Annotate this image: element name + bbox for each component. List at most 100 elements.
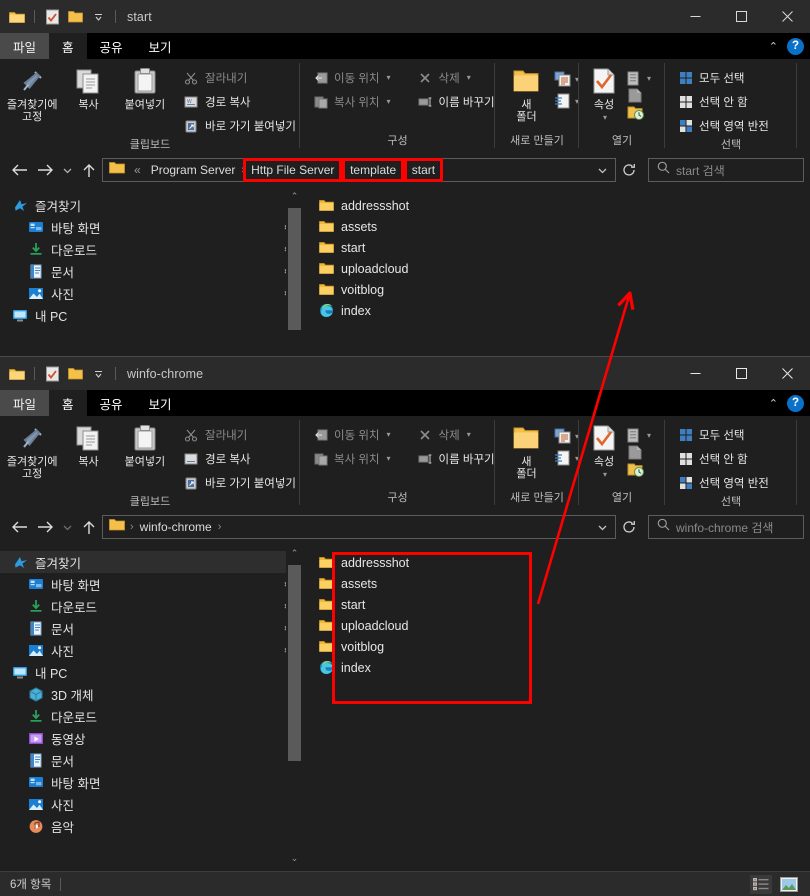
file-list-item[interactable]: uploadcloud [303,615,810,636]
pin-to-quick-access-button[interactable]: 즐겨찾기에 고정 [6,422,58,480]
paste-button[interactable]: 붙여넣기 [119,65,171,111]
new-folder-quick-icon[interactable] [65,7,85,27]
chevron-down-icon[interactable]: ▾ [603,470,607,479]
history-button[interactable] [627,462,651,477]
breadcrumb-item-program-server[interactable]: Program Server [146,162,241,178]
open-button[interactable]: ▾ [627,71,651,86]
nav-item-documents[interactable]: 문서 [0,617,303,639]
new-folder-button[interactable]: 새 폴더 [499,65,554,123]
nav-item-download[interactable]: 다운로드 [0,595,303,617]
easy-access-button[interactable]: ▾ [554,93,579,109]
select-all-button[interactable]: 모두 선택 [673,424,773,445]
select-all-button[interactable]: 모두 선택 [673,67,773,88]
tab-home[interactable]: 홈 [49,33,87,59]
nav-item-star[interactable]: 즐겨찾기 [0,551,303,573]
nav-item-download[interactable]: 다운로드 [0,238,303,260]
forward-button[interactable] [32,513,58,541]
nav-item-desktop[interactable]: 바탕 화면 [0,216,303,238]
nav-item-thispc[interactable]: 내 PC [0,304,303,326]
help-button[interactable]: ? [787,394,804,412]
maximize-button[interactable] [718,0,764,33]
file-list-item[interactable]: assets [303,573,810,594]
chevron-down-icon[interactable]: ▾ [603,113,607,122]
close-button[interactable] [764,357,810,390]
recent-locations-button[interactable] [58,156,76,184]
chevron-down-icon[interactable]: ▾ [647,431,651,440]
tab-file[interactable]: 파일 [0,390,50,416]
chevron-down-icon[interactable]: ▾ [647,74,651,83]
tab-share[interactable]: 공유 [87,390,136,416]
properties-quick-icon[interactable] [42,364,62,384]
new-folder-button[interactable]: 새 폴더 [499,422,554,480]
nav-item-documents[interactable]: 문서 [0,749,303,771]
close-button[interactable] [764,0,810,33]
recent-locations-button[interactable] [58,513,76,541]
nav-item-star[interactable]: 즐겨찾기 [0,194,303,216]
copy-path-button[interactable]: 경로 복사 [179,448,300,469]
minimize-button[interactable] [672,357,718,390]
scroll-down-icon[interactable]: ⌄ [286,850,303,867]
paste-button[interactable]: 붙여넣기 [119,422,171,468]
nav-scrollbar-start[interactable]: ⌃ [286,188,303,354]
tab-view[interactable]: 보기 [136,390,185,416]
back-button[interactable] [6,156,32,184]
nav-item-thispc[interactable]: 내 PC [0,661,303,683]
folder-icon[interactable] [7,364,27,384]
maximize-button[interactable] [718,357,764,390]
refresh-button[interactable] [616,515,642,539]
invert-selection-button[interactable]: 선택 영역 반전 [673,115,773,136]
chevron-down-icon[interactable]: ▾ [387,97,391,106]
up-button[interactable] [76,513,102,541]
collapse-ribbon-icon[interactable]: ⌃ [769,40,778,53]
move-to-button[interactable]: 이동 위치 ▾ [308,424,395,445]
breadcrumb-start[interactable]: « Program Server › Http File Server › te… [102,158,616,182]
breadcrumb-item-winfo-chrome[interactable]: winfo-chrome [135,519,217,535]
address-dropdown-button[interactable] [593,156,611,184]
search-box-winfo[interactable]: winfo-chrome 검색 [648,515,804,539]
nav-item-desktop[interactable]: 바탕 화면 [0,771,303,793]
nav-item-3dobjects[interactable]: 3D 개체 [0,683,303,705]
easy-access-button[interactable]: ▾ [554,450,579,466]
file-list-item[interactable]: index [303,300,810,321]
history-button[interactable] [627,105,651,120]
file-list-item[interactable]: uploadcloud [303,258,810,279]
new-item-button[interactable]: ▾ [554,71,579,87]
minimize-button[interactable] [672,0,718,33]
nav-item-music[interactable]: 음악 [0,815,303,837]
copy-button[interactable]: 복사 [62,422,114,468]
properties-quick-icon[interactable] [42,7,62,27]
rename-button[interactable]: 이름 바꾸기 [413,448,499,469]
up-button[interactable] [76,156,102,184]
details-view-button[interactable] [750,874,772,894]
large-icons-view-button[interactable] [778,875,800,894]
nav-item-download[interactable]: 다운로드 [0,705,303,727]
edit-button[interactable] [627,88,651,103]
delete-button[interactable]: 삭제 ▾ [413,424,499,445]
chevron-down-icon[interactable]: ▾ [387,454,391,463]
file-list-item[interactable]: voitblog [303,279,810,300]
breadcrumb-item-start[interactable]: start [407,162,440,178]
cut-button[interactable]: 잘라내기 [179,67,300,88]
breadcrumb-item-http-file-server[interactable]: Http File Server [246,162,339,178]
chevron-down-icon[interactable]: ▾ [387,430,391,439]
edit-button[interactable] [627,445,651,460]
tab-home[interactable]: 홈 [49,390,87,416]
select-none-button[interactable]: 선택 안 함 [673,91,773,112]
tab-view[interactable]: 보기 [136,33,185,59]
nav-item-pictures[interactable]: 사진 [0,793,303,815]
copy-button[interactable]: 복사 [62,65,114,111]
properties-button[interactable]: 속성 ▾ [581,422,627,479]
chevron-down-icon[interactable] [88,7,108,27]
chevron-down-icon[interactable]: ▾ [467,430,471,439]
copy-to-button[interactable]: 복사 위치 ▾ [308,448,395,469]
refresh-button[interactable] [616,158,642,182]
file-list-item[interactable]: index [303,657,810,678]
scrollbar-thumb[interactable] [288,208,301,330]
forward-button[interactable] [32,156,58,184]
chevron-down-icon[interactable]: ▾ [467,73,471,82]
rename-button[interactable]: 이름 바꾸기 [413,91,499,112]
nav-item-pictures[interactable]: 사진 [0,639,303,661]
breadcrumb-overflow[interactable]: « [129,162,146,178]
folder-icon[interactable] [7,7,27,27]
new-folder-quick-icon[interactable] [65,364,85,384]
